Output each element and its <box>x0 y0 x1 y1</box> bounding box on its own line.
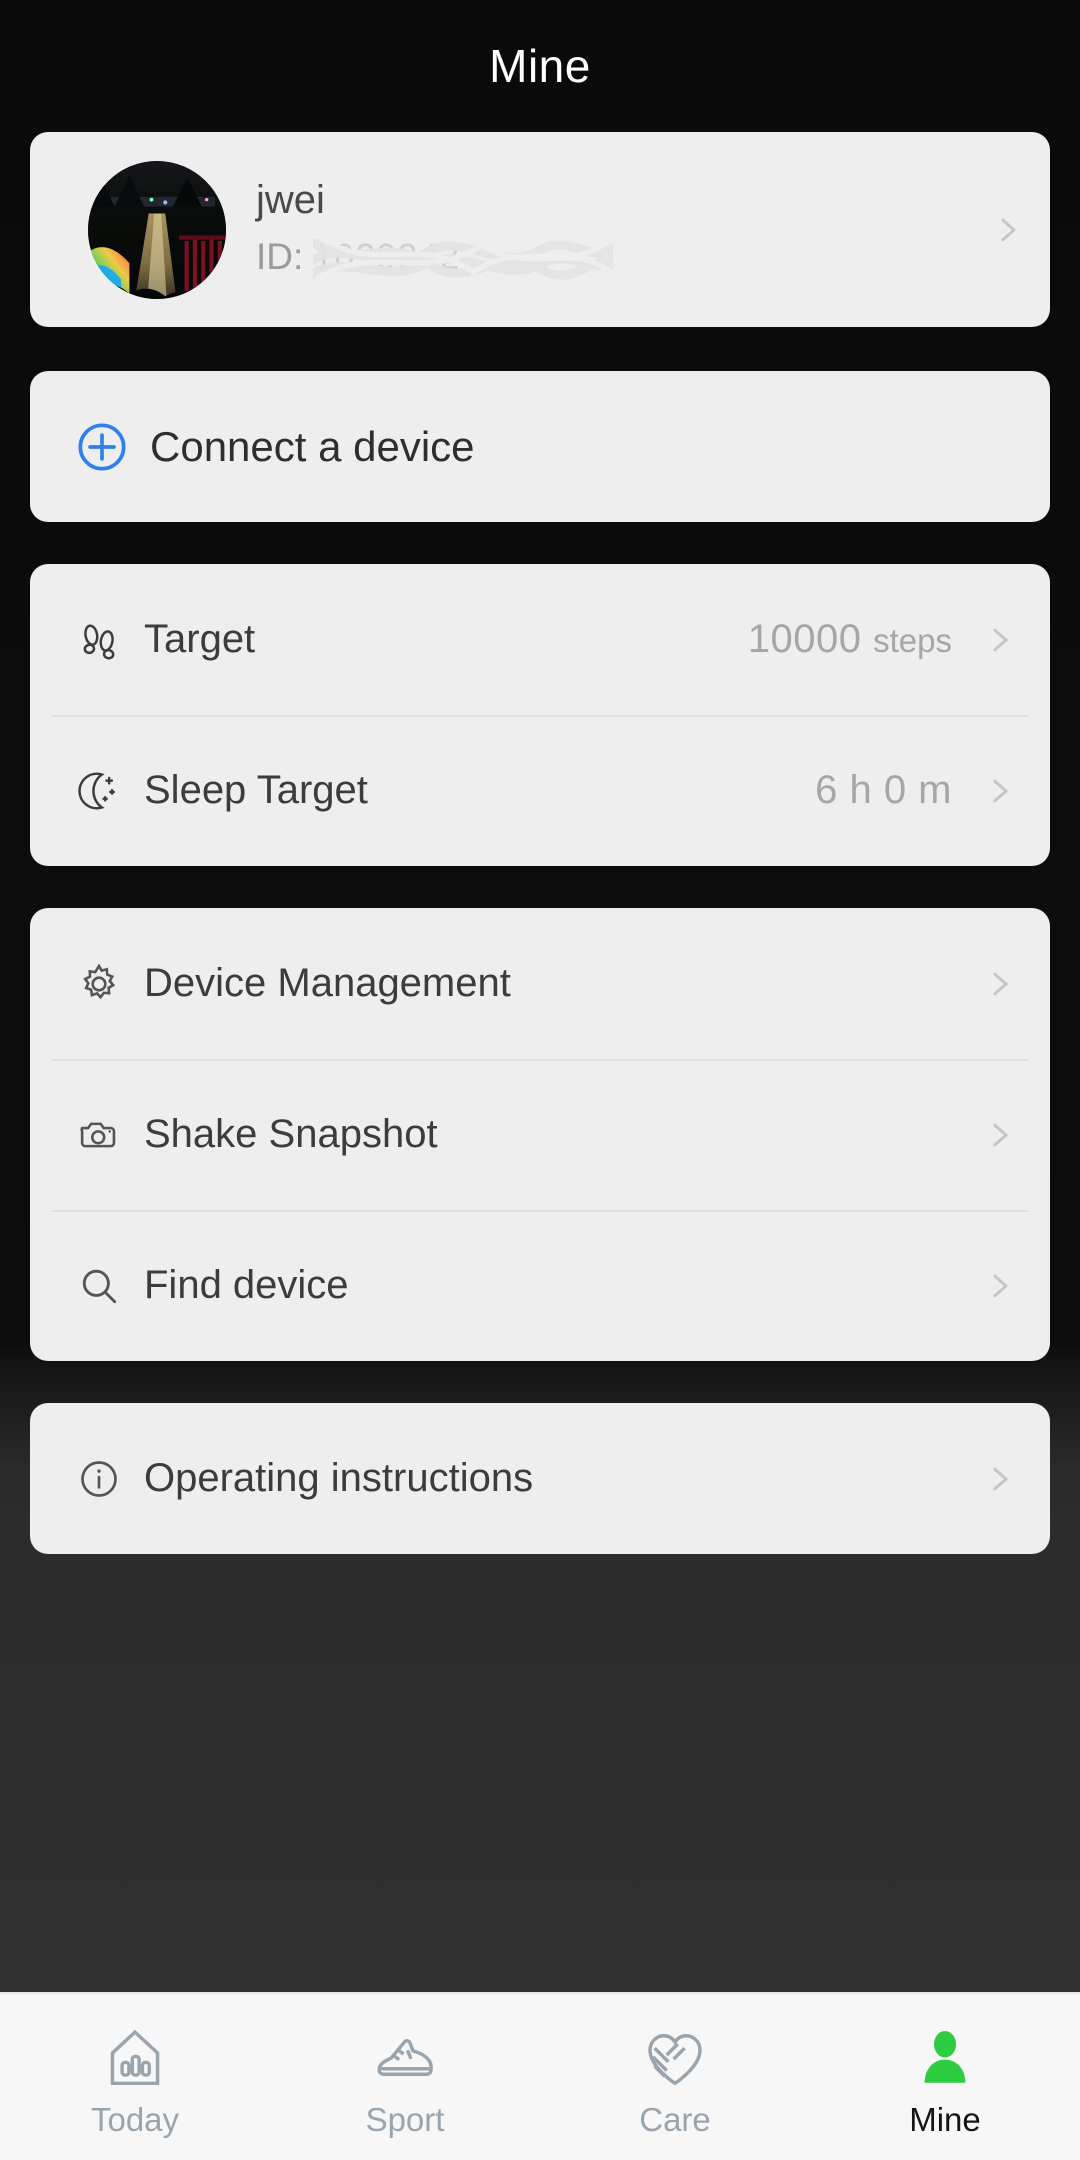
row-sleep-target[interactable]: Sleep Target 6 h 0 m <box>30 715 1050 866</box>
connect-device-label: Connect a device <box>150 422 475 470</box>
tab-label: Care <box>639 2101 711 2138</box>
chevron-right-icon <box>993 1274 1008 1297</box>
row-label: Target <box>144 617 256 661</box>
row-label: Device Management <box>144 961 511 1005</box>
profile-id-value-redacted: 1029342 <box>313 231 614 283</box>
connect-device-button[interactable]: Connect a device <box>30 371 1050 522</box>
home-chart-icon <box>102 2025 168 2091</box>
device-menu-card: Device Management Shake Snapshot Find de… <box>30 908 1050 1361</box>
avatar <box>88 160 226 299</box>
row-operating-instructions[interactable]: Operating instructions <box>30 1403 1050 1554</box>
search-icon <box>76 1263 122 1309</box>
chevron-right-icon <box>993 1123 1008 1146</box>
profile-name: jwei <box>256 177 325 222</box>
page-title: Mine <box>489 40 591 92</box>
row-value: 6 h 0 m <box>815 768 952 812</box>
gear-icon <box>76 961 122 1007</box>
help-card: Operating instructions <box>30 1403 1050 1554</box>
row-label: Sleep Target <box>144 768 368 812</box>
chevron-right-icon <box>993 779 1008 802</box>
connect-device-card: Connect a device <box>30 371 1050 522</box>
person-icon <box>912 2025 978 2091</box>
profile-id-label: ID: <box>256 235 304 277</box>
tab-mine[interactable]: Mine <box>810 1994 1080 2160</box>
redaction-scribble-icon <box>313 232 614 281</box>
row-label: Find device <box>144 1263 349 1307</box>
plus-circle-icon <box>76 421 128 473</box>
tab-sport[interactable]: Sport <box>270 1994 540 2160</box>
phone-screen: Mine jwei ID: 1029342 Connect a device T… <box>0 0 1080 2160</box>
target-steps-value: 10000 <box>747 617 862 661</box>
bottom-tab-bar: Today Sport Care Mine <box>0 1992 1080 2160</box>
chevron-right-icon <box>1001 218 1016 241</box>
row-label: Operating instructions <box>144 1456 534 1500</box>
tab-label: Mine <box>909 2101 981 2138</box>
row-label: Shake Snapshot <box>144 1112 438 1156</box>
camera-icon <box>76 1112 122 1158</box>
row-device-management[interactable]: Device Management <box>30 908 1050 1059</box>
settings-list: jwei ID: 1029342 Connect a device Target… <box>0 132 1080 1992</box>
app-header: Mine <box>0 0 1080 132</box>
moon-stars-icon <box>76 768 122 814</box>
chevron-right-icon <box>993 1467 1008 1490</box>
chevron-right-icon <box>993 628 1008 651</box>
row-find-device[interactable]: Find device <box>30 1210 1050 1361</box>
profile-id-row: ID: 1029342 <box>256 231 976 283</box>
row-target[interactable]: Target 10000 steps <box>30 564 1050 715</box>
tab-care[interactable]: Care <box>540 1994 810 2160</box>
row-shake-snapshot[interactable]: Shake Snapshot <box>30 1059 1050 1210</box>
chevron-right-icon <box>993 972 1008 995</box>
row-value: 10000 steps <box>748 617 952 662</box>
targets-card: Target 10000 steps Sleep Target 6 h 0 m <box>30 564 1050 866</box>
info-circle-icon <box>76 1456 122 1502</box>
sneaker-icon <box>372 2025 438 2091</box>
tab-today[interactable]: Today <box>0 1994 270 2160</box>
avatar-photo-icon <box>88 160 226 299</box>
footprints-icon <box>76 617 122 663</box>
profile-text: jwei ID: 1029342 <box>226 177 976 283</box>
target-steps-unit: steps <box>873 622 952 659</box>
tab-label: Today <box>90 2101 180 2138</box>
heart-handshake-icon <box>642 2025 708 2091</box>
tab-label: Sport <box>365 2101 445 2138</box>
profile-card[interactable]: jwei ID: 1029342 <box>30 132 1050 327</box>
